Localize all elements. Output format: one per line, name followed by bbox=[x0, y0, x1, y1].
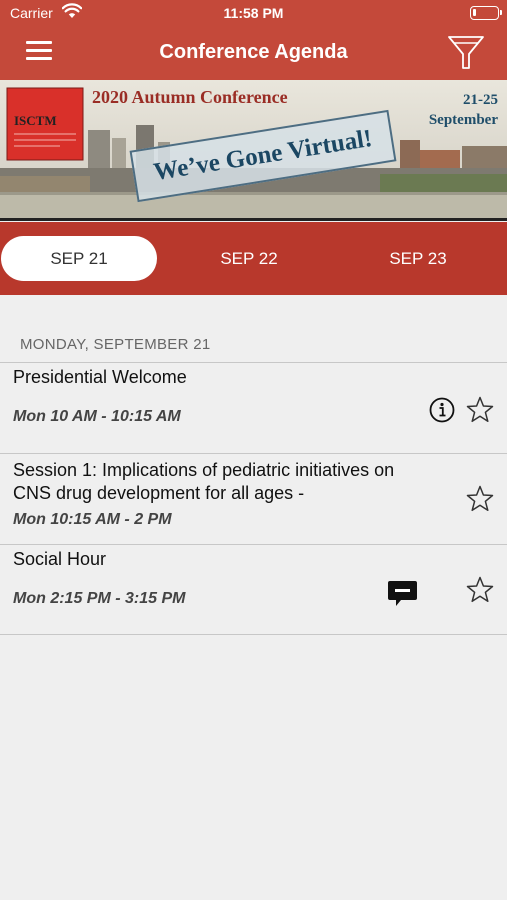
session-row[interactable]: Presidential Welcome Mon 10 AM - 10:15 A… bbox=[0, 363, 507, 453]
session-time: Mon 10:15 AM - 2 PM bbox=[13, 511, 172, 528]
conference-banner: ISCTM 2020 Autumn Conference 21-25 Septe… bbox=[0, 80, 507, 221]
info-icon[interactable] bbox=[429, 397, 455, 428]
tab-sep-23[interactable]: SEP 23 bbox=[340, 236, 496, 281]
navigation-bar: Conference Agenda bbox=[0, 28, 507, 80]
top-header: Carrier 11:58 PM Conference Agenda bbox=[0, 0, 507, 80]
conference-title: 2020 Autumn Conference bbox=[92, 87, 288, 107]
filter-funnel-icon[interactable] bbox=[446, 32, 486, 77]
session-time: Mon 2:15 PM - 3:15 PM bbox=[13, 590, 186, 607]
session-row[interactable]: Social Hour Mon 2:15 PM - 3:15 PM bbox=[0, 545, 507, 634]
tab-sep-21[interactable]: SEP 21 bbox=[1, 236, 157, 281]
isctm-logo: ISCTM bbox=[14, 113, 57, 128]
page-title: Conference Agenda bbox=[159, 41, 348, 63]
dates-range: 21-25 bbox=[463, 92, 498, 108]
session-time: Mon 10 AM - 10:15 AM bbox=[13, 408, 181, 425]
status-bar: Carrier 11:58 PM bbox=[0, 0, 507, 28]
session-title: Social Hour bbox=[13, 549, 107, 569]
session-row[interactable]: Session 1: Implications of pediatric ini… bbox=[0, 454, 507, 544]
session-title: Session 1: Implications of pediatric ini… bbox=[13, 460, 395, 503]
tab-sep-22[interactable]: SEP 22 bbox=[171, 236, 327, 281]
date-selector: SEP 21 SEP 22 SEP 23 bbox=[0, 222, 507, 295]
section-header: MONDAY, SEPTEMBER 21 bbox=[20, 336, 211, 353]
star-outline-icon[interactable] bbox=[465, 395, 495, 430]
conference-dates: 21-25 September bbox=[404, 90, 498, 130]
star-outline-icon[interactable] bbox=[465, 484, 495, 519]
divider bbox=[0, 634, 507, 635]
session-title: Presidential Welcome bbox=[13, 367, 187, 387]
status-time: 11:58 PM bbox=[223, 5, 284, 21]
dates-month: September bbox=[428, 112, 498, 128]
chat-bubble-icon[interactable] bbox=[387, 578, 418, 613]
star-outline-icon[interactable] bbox=[465, 575, 495, 610]
battery-icon bbox=[470, 6, 502, 20]
